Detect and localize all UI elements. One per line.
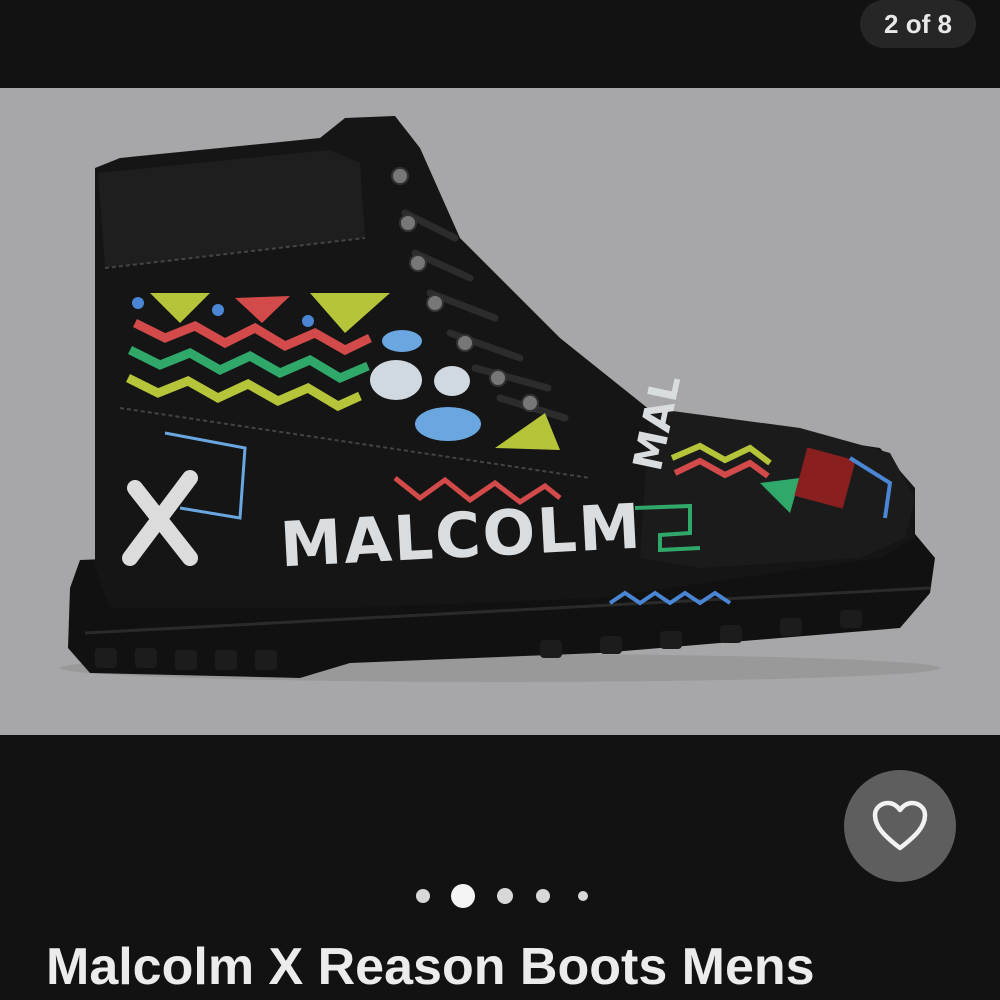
product-screen: 2 of 8 MALCOLM MAL Malcolm X Reason Boot… [0,0,1000,1000]
image-counter-badge: 2 of 8 [860,0,976,48]
pager-dot[interactable] [578,891,588,901]
pager-dot[interactable] [497,888,513,904]
image-pager [405,880,605,912]
boot-photo: MALCOLM MAL [60,116,940,682]
pager-dot-active[interactable] [451,884,475,908]
product-title: Malcolm X Reason Boots Mens [46,938,815,996]
top-bar: 2 of 8 [0,0,1000,88]
product-image[interactable]: MALCOLM MAL [0,88,1000,735]
pager-dot[interactable] [416,889,430,903]
pager-dot[interactable] [536,889,550,903]
heart-outline-icon [872,800,928,851]
favorite-button[interactable] [844,770,956,882]
